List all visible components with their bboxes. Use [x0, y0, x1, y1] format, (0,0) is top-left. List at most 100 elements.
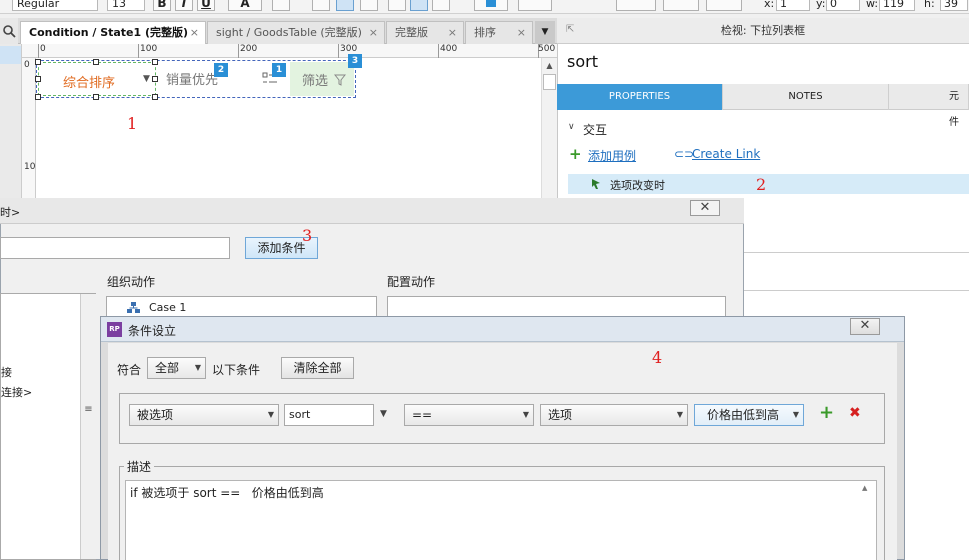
tab-list-dropdown-icon[interactable]: ▼	[535, 21, 555, 44]
ruler-label: 100	[140, 44, 158, 54]
tab-properties[interactable]: PROPERTIES	[557, 84, 723, 110]
interaction-badge: 3	[348, 54, 362, 68]
interaction-badge: 2	[214, 63, 228, 77]
delete-row-icon[interactable]: ✖	[849, 405, 861, 421]
interaction-badge: 1	[272, 63, 286, 77]
canvas-scrollbar[interactable]: ▲	[541, 58, 557, 203]
sitemap-strip	[0, 44, 22, 204]
inspector-title: 检视: 下拉列表框	[557, 18, 969, 44]
ruler-label: 0	[40, 44, 46, 54]
arrow-style-button[interactable]	[706, 0, 742, 11]
annotation-1: 1	[127, 114, 138, 133]
actions-list[interactable]: 接 连接> ≡	[0, 293, 96, 560]
close-icon[interactable]: ×	[190, 22, 199, 44]
event-row-selected[interactable]: 选项改变时	[568, 174, 969, 194]
h-label: h:	[924, 0, 935, 10]
add-row-icon[interactable]: +	[819, 402, 834, 423]
action-item[interactable]: 连接>	[1, 384, 32, 400]
filter-button-widget[interactable]: 筛选	[290, 62, 354, 96]
chevron-down-icon[interactable]: ▼	[380, 409, 387, 419]
description-textarea[interactable]: if 被选项于 sort == 价格由低到高 ▲	[125, 480, 877, 560]
scroll-thumb[interactable]	[543, 74, 556, 90]
case-editor-titlebar: 时> ✕	[0, 198, 744, 224]
add-case-link[interactable]: 添加用例	[588, 147, 636, 164]
event-label: 选项改变时	[610, 179, 665, 192]
line-style-button[interactable]	[663, 0, 699, 11]
fill-color-button[interactable]	[474, 0, 508, 11]
tab-widget[interactable]: 元件	[889, 84, 969, 128]
tab-sort[interactable]: 排序 ×	[465, 21, 533, 44]
case-1-item[interactable]: Case 1	[149, 301, 186, 314]
condition-value-type-select[interactable]: 选项 ▼	[540, 404, 688, 426]
pin-icon[interactable]: ⇱	[566, 24, 574, 35]
align-right-button[interactable]	[360, 0, 378, 11]
y-input[interactable]: 0	[826, 0, 860, 11]
chevron-down-icon: ▼	[194, 363, 201, 372]
w-input[interactable]: 119	[879, 0, 915, 11]
underline-button[interactable]: U	[197, 0, 215, 11]
funnel-icon	[334, 74, 346, 86]
tab-goodstable[interactable]: sight / GoodsTable (完整版) ×	[207, 21, 385, 44]
font-size-select[interactable]: 13	[107, 0, 145, 11]
add-icon[interactable]: +	[569, 145, 582, 163]
create-link[interactable]: Create Link	[692, 147, 760, 161]
inspector-tabs: PROPERTIES NOTES 元件	[557, 84, 969, 128]
annotation-4: 4	[652, 348, 663, 367]
annotation-2: 2	[756, 175, 767, 194]
list-scrollbar[interactable]: ≡	[80, 294, 96, 559]
font-style-select[interactable]: Regular	[12, 0, 98, 11]
close-icon[interactable]: ✕	[850, 318, 880, 335]
condition-subject-select[interactable]: 被选项 ▼	[129, 404, 279, 426]
chevron-down-icon[interactable]: ∨	[568, 122, 575, 132]
bullet-list-button[interactable]	[272, 0, 290, 11]
align-left-button[interactable]	[312, 0, 330, 11]
match-suffix-label: 以下条件	[212, 363, 261, 377]
close-icon[interactable]: ×	[448, 22, 457, 44]
tab-full-version[interactable]: 完整版 ×	[386, 21, 464, 44]
border-color-button[interactable]	[518, 0, 552, 11]
tab-notes[interactable]: NOTES	[723, 84, 889, 110]
sort-dropdown-text: 综合排序	[63, 76, 116, 91]
valign-top-button[interactable]	[388, 0, 406, 11]
chevron-down-icon: ▼	[143, 74, 150, 84]
h-input[interactable]: 39	[940, 0, 968, 11]
widget-name-field[interactable]: sort	[567, 52, 598, 71]
text-color-button[interactable]: A	[228, 0, 262, 11]
bold-button[interactable]: B	[153, 0, 171, 11]
condition-value-select[interactable]: 价格由低到高 ▼	[694, 404, 804, 426]
format-toolbar: Regular 13 B I U A x: 1 y: 0 w: 119 h: 3…	[0, 0, 969, 14]
case-name-input[interactable]	[0, 237, 230, 259]
filter-label: 筛选	[302, 74, 329, 89]
italic-button[interactable]: I	[175, 0, 193, 11]
valign-bottom-button[interactable]	[432, 0, 450, 11]
sort-dropdown-widget[interactable]: 综合排序 ▼	[38, 62, 156, 96]
chevron-down-icon: ▼	[676, 410, 683, 419]
ruler-label: 300	[340, 44, 358, 54]
line-weight-button[interactable]	[616, 0, 656, 11]
condition-operator-select[interactable]: == ▼	[404, 404, 534, 426]
editor-tab-bar: Condition / State1 (完整版) × sight / GoodsT…	[0, 18, 557, 44]
sales-priority-label[interactable]: 销量优先	[166, 69, 218, 88]
match-mode-select[interactable]: 全部 ▼	[147, 357, 206, 379]
configure-actions-label: 配置动作	[387, 275, 436, 289]
close-icon[interactable]: ×	[369, 22, 378, 44]
action-item[interactable]: 接	[1, 364, 12, 380]
scroll-thumb[interactable]: ≡	[83, 404, 94, 422]
horizontal-ruler: 0 100 200 300 400 500	[22, 44, 557, 58]
clear-all-button[interactable]: 清除全部	[281, 357, 354, 379]
x-input[interactable]: 1	[776, 0, 810, 11]
valign-middle-button[interactable]	[410, 0, 428, 11]
rp-app-icon: RP	[107, 322, 122, 337]
scroll-up-icon[interactable]: ▲	[543, 60, 556, 72]
condition-dialog-titlebar: RP 条件设立 ✕	[101, 317, 904, 342]
scroll-up-icon[interactable]: ▲	[862, 484, 867, 492]
interactions-section-title[interactable]: 交互	[583, 121, 607, 138]
tab-condition-state1[interactable]: Condition / State1 (完整版) ×	[20, 21, 206, 44]
sitemap-selected-item[interactable]	[0, 46, 21, 64]
close-icon[interactable]: ×	[517, 22, 526, 44]
close-icon[interactable]: ✕	[690, 200, 720, 216]
ruler-label: 400	[440, 44, 458, 54]
align-center-button[interactable]	[336, 0, 354, 11]
search-icon[interactable]	[0, 18, 18, 44]
condition-widget-input[interactable]: sort	[284, 404, 374, 426]
